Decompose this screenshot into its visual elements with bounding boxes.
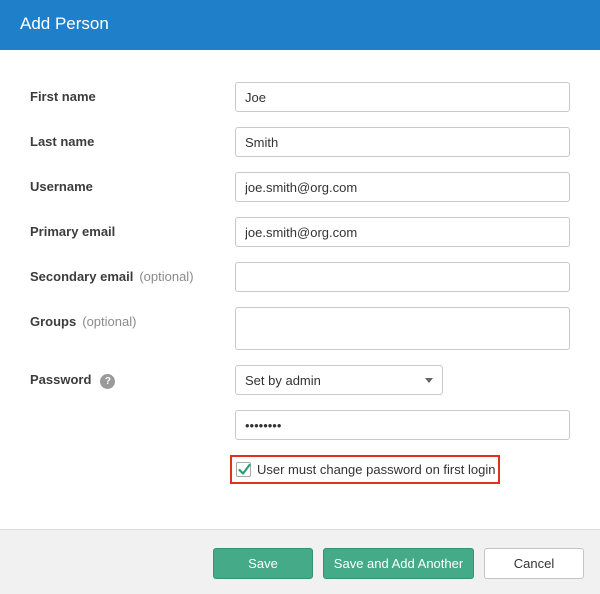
username-input[interactable] (235, 172, 570, 202)
groups-label: Groups (optional) (30, 314, 136, 330)
groups-label-text: Groups (30, 314, 77, 329)
must-change-password-label[interactable]: User must change password on first login (257, 462, 495, 477)
secondary-email-label: Secondary email (optional) (30, 269, 194, 285)
secondary-email-label-text: Secondary email (30, 269, 134, 284)
dialog-footer: Save Save and Add Another Cancel (0, 529, 600, 594)
last-name-label: Last name (30, 134, 94, 150)
groups-input[interactable] (235, 307, 570, 350)
help-icon[interactable]: ? (100, 374, 116, 389)
password-mode-value: Set by admin (245, 373, 321, 388)
primary-email-label-text: Primary email (30, 224, 116, 239)
last-name-label-text: Last name (30, 134, 95, 149)
primary-email-label: Primary email (30, 224, 115, 240)
username-label: Username (30, 179, 93, 195)
password-label: Password? (30, 372, 116, 389)
username-label-text: Username (30, 179, 93, 194)
save-and-add-another-button[interactable]: Save and Add Another (323, 548, 474, 579)
first-name-input[interactable] (235, 82, 570, 112)
must-change-password-checkbox[interactable] (236, 462, 251, 477)
groups-optional-hint: (optional) (82, 314, 137, 329)
last-name-input[interactable] (235, 127, 570, 157)
save-button[interactable]: Save (213, 548, 313, 579)
password-input[interactable] (235, 410, 570, 440)
dialog-header: Add Person (0, 0, 600, 50)
primary-email-input[interactable] (235, 217, 570, 247)
chevron-down-icon (425, 378, 433, 383)
checkmark-icon (238, 463, 251, 475)
first-name-label-text: First name (30, 89, 96, 104)
first-name-label: First name (30, 89, 96, 105)
secondary-email-optional-hint: (optional) (139, 269, 194, 284)
cancel-button[interactable]: Cancel (484, 548, 584, 579)
password-mode-select[interactable]: Set by admin (235, 365, 443, 395)
must-change-password-highlight: User must change password on first login (230, 455, 500, 484)
secondary-email-input[interactable] (235, 262, 570, 292)
password-label-text: Password (30, 372, 92, 387)
add-person-dialog: Add Person First name Last name Username… (0, 0, 600, 594)
dialog-title: Add Person (20, 14, 109, 33)
